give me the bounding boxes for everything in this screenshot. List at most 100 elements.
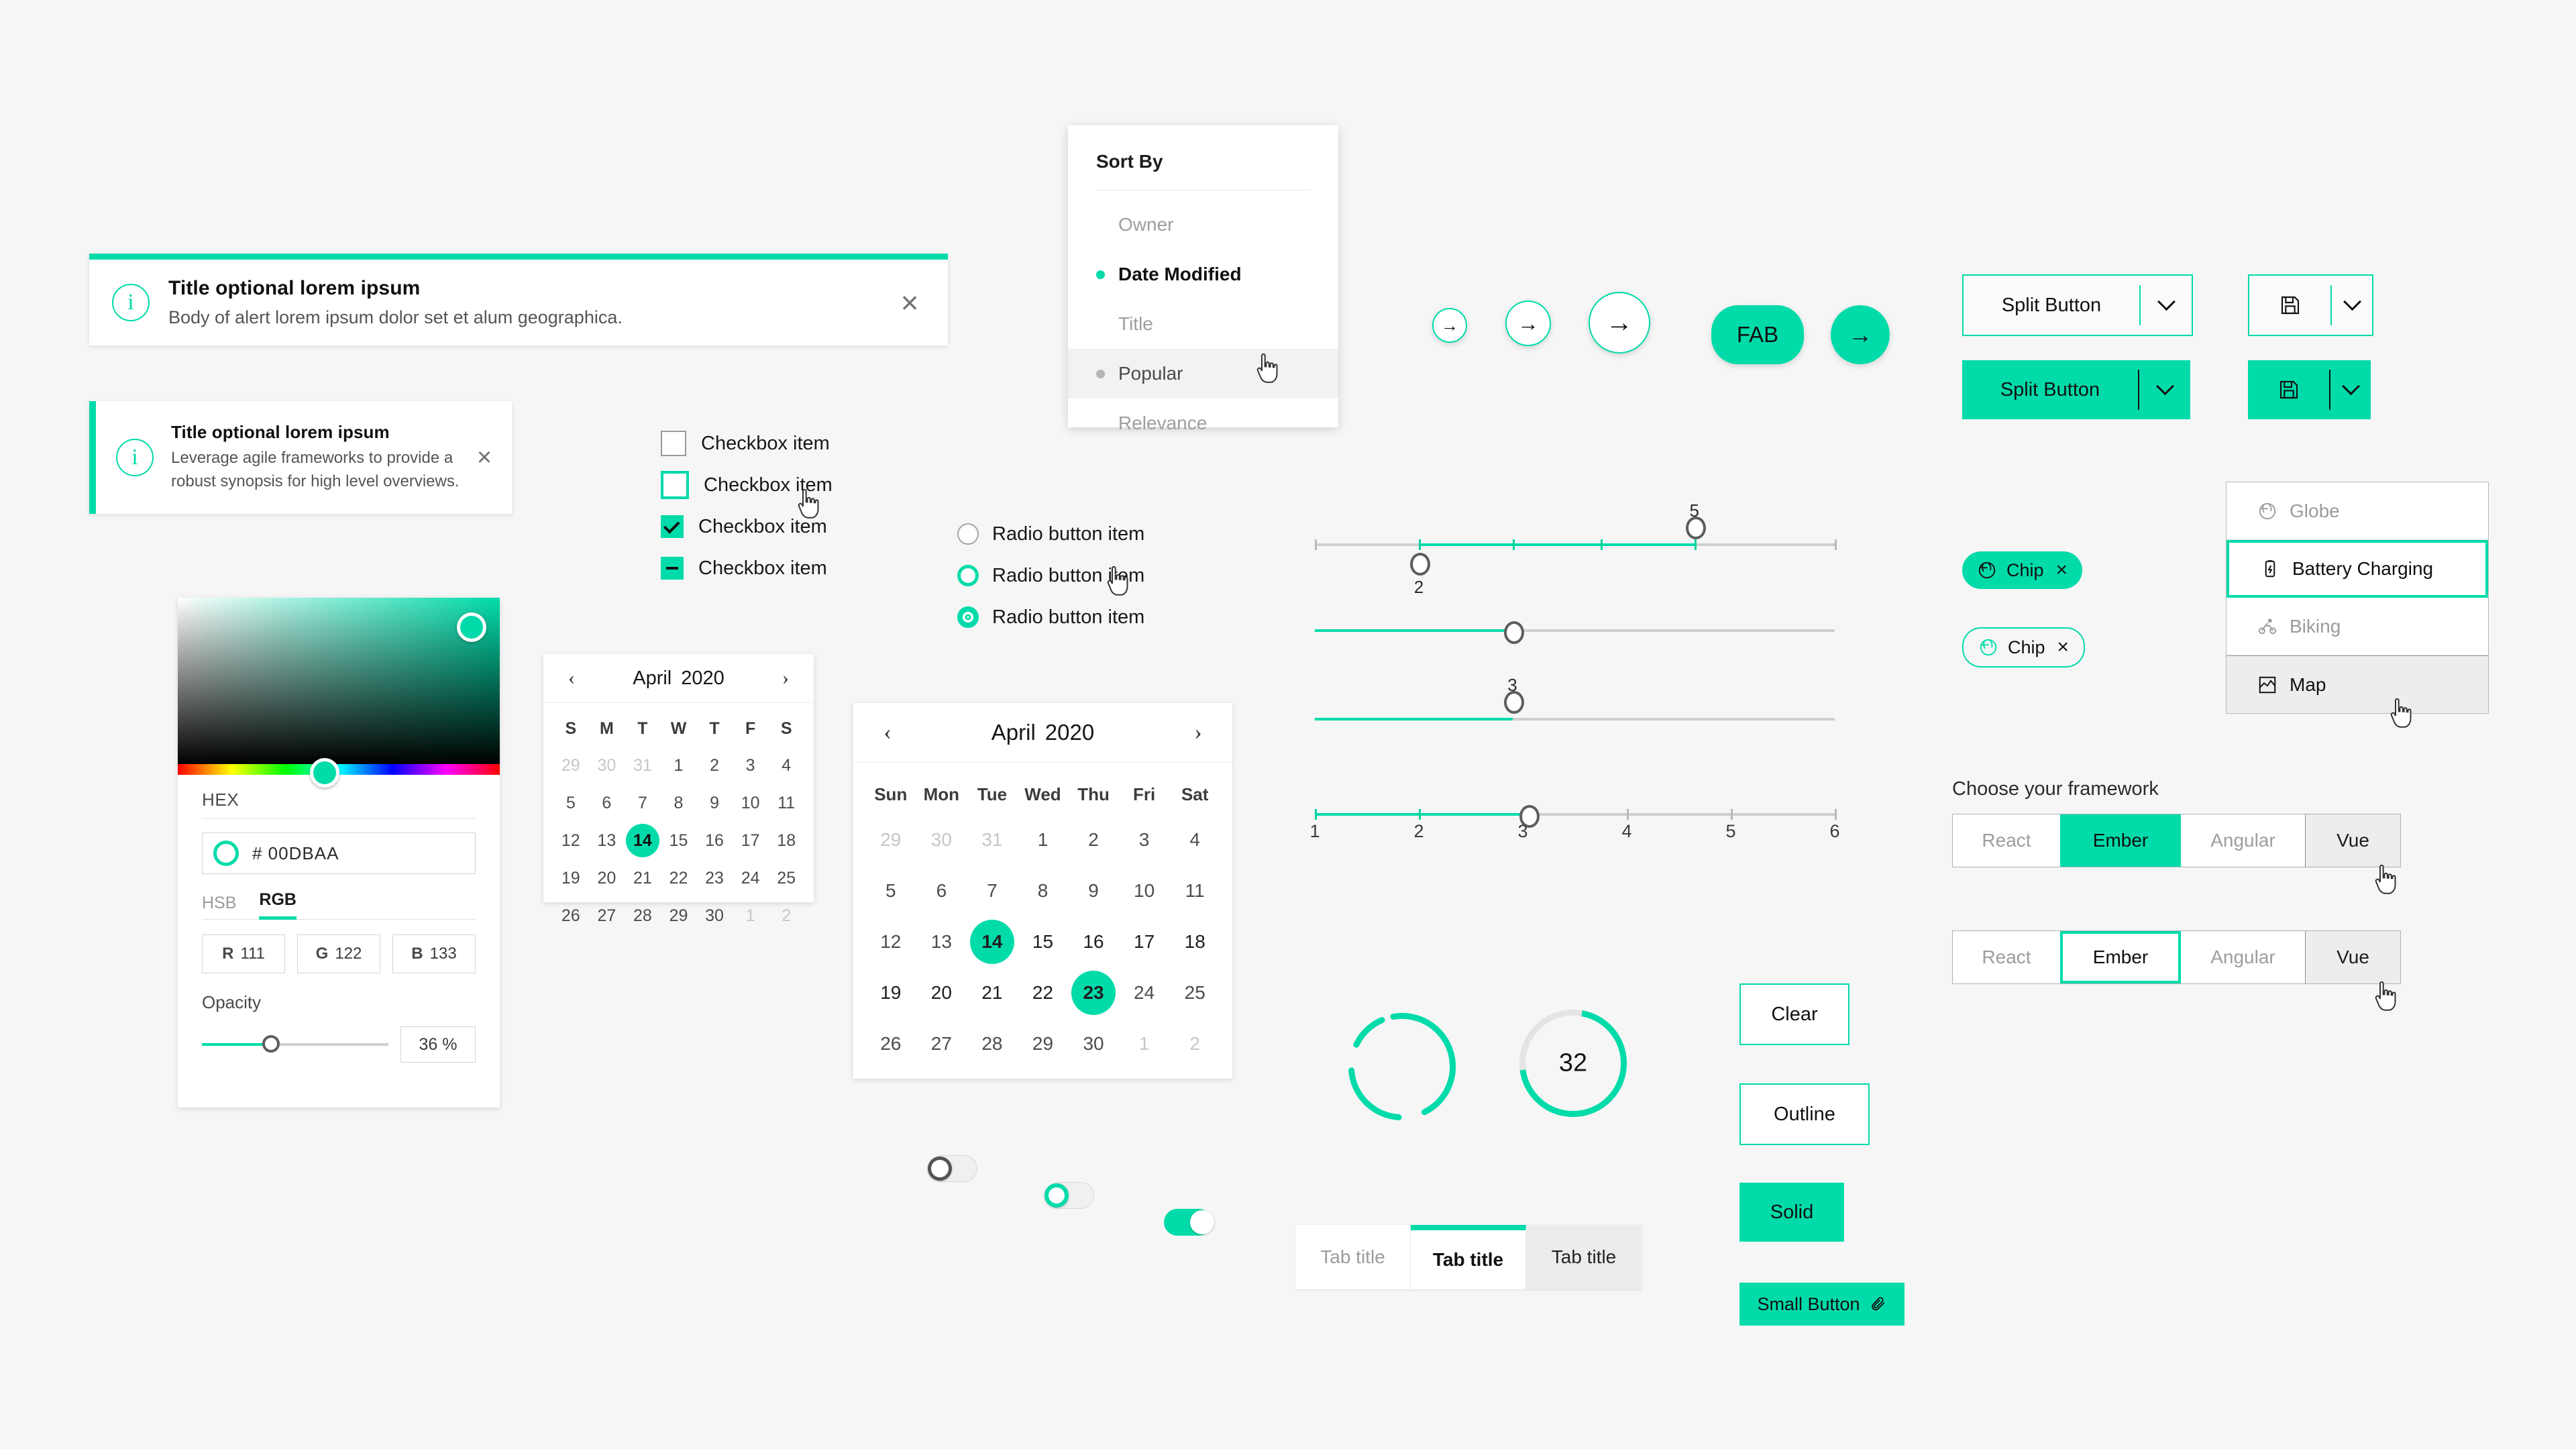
close-icon[interactable]: ×	[2057, 636, 2070, 659]
calendar-day[interactable]: 19	[865, 967, 916, 1018]
calendar-day[interactable]: 14	[967, 916, 1018, 967]
calendar-day[interactable]: 29	[661, 897, 697, 934]
calendar-day[interactable]: 28	[967, 1018, 1018, 1069]
calendar-day[interactable]: 8	[1018, 865, 1069, 916]
slider-handle[interactable]	[1503, 621, 1524, 644]
segment-ember[interactable]: Ember	[2060, 814, 2181, 867]
segment-angular[interactable]: Angular	[2181, 931, 2305, 983]
slider-labeled[interactable]: 3	[1315, 675, 1835, 765]
calendar-day[interactable]: 6	[916, 865, 967, 916]
close-icon[interactable]: ×	[886, 279, 933, 326]
calendar-day[interactable]: 21	[967, 967, 1018, 1018]
calendar-day[interactable]: 29	[553, 747, 589, 784]
calendar-day[interactable]: 30	[696, 897, 733, 934]
round-arrow-button-small[interactable]: →	[1432, 308, 1467, 343]
checkbox-row[interactable]: Checkbox item	[661, 547, 833, 589]
calendar-day[interactable]: 8	[661, 784, 697, 822]
checkbox-row[interactable]: Checkbox item	[661, 506, 833, 547]
radio-unselected-icon[interactable]	[957, 523, 979, 545]
calendar-day[interactable]: 31	[967, 814, 1018, 865]
prev-month-icon[interactable]: ‹	[558, 667, 585, 690]
calendar-day[interactable]: 12	[865, 916, 916, 967]
calendar-day[interactable]: 29	[1018, 1018, 1069, 1069]
calendar-day[interactable]: 20	[916, 967, 967, 1018]
checkbox-row[interactable]: Checkbox item	[661, 464, 833, 506]
calendar-day[interactable]: 15	[1018, 916, 1069, 967]
calendar-day[interactable]: 27	[589, 897, 625, 934]
toggle-knob[interactable]	[1044, 1183, 1069, 1208]
tab-rgb[interactable]: RGB	[259, 890, 297, 920]
segment-vue[interactable]: Vue	[2305, 814, 2400, 867]
calendar-day[interactable]: 1	[661, 747, 697, 784]
radio-focus-icon[interactable]	[957, 565, 979, 586]
calendar-day[interactable]: 26	[865, 1018, 916, 1069]
calendar-day[interactable]: 17	[1119, 916, 1170, 967]
opacity-slider[interactable]	[202, 1035, 388, 1053]
calendar-day[interactable]: 28	[625, 897, 661, 934]
split-button-label[interactable]: Split Button	[1962, 360, 2138, 419]
close-icon[interactable]: ×	[465, 438, 504, 477]
calendar-day[interactable]: 19	[553, 859, 589, 897]
tab-hsb[interactable]: HSB	[202, 894, 236, 920]
calendar-day[interactable]: 17	[733, 822, 769, 859]
checkbox-checked-icon[interactable]	[661, 515, 684, 538]
fab-button[interactable]: FAB	[1711, 305, 1804, 364]
opacity-value[interactable]: 36 %	[400, 1026, 476, 1063]
calendar-day[interactable]: 2	[696, 747, 733, 784]
checkbox-indeterminate-icon[interactable]	[661, 557, 684, 580]
calendar-day[interactable]: 9	[696, 784, 733, 822]
chevron-down-icon[interactable]	[2139, 360, 2190, 419]
calendar-day[interactable]: 1	[733, 897, 769, 934]
slider-scale[interactable]	[1315, 780, 1837, 828]
tab-3[interactable]: Tab title	[1526, 1225, 1642, 1289]
calendar-day[interactable]: 27	[916, 1018, 967, 1069]
checkbox-focus-icon[interactable]	[661, 471, 689, 499]
list-item-globe[interactable]: Globe	[2226, 482, 2488, 540]
menu-item-owner[interactable]: Owner	[1068, 200, 1338, 250]
calendar-day[interactable]: 31	[625, 747, 661, 784]
calendar-day[interactable]: 2	[768, 897, 804, 934]
hue-knob[interactable]	[309, 758, 339, 788]
outline-button[interactable]: Outline	[1739, 1083, 1870, 1145]
calendar-day[interactable]: 26	[553, 897, 589, 934]
slider-range[interactable]: 2 5	[1315, 500, 1837, 597]
round-arrow-button-medium[interactable]: →	[1505, 301, 1551, 346]
checkbox-row[interactable]: Checkbox item	[661, 423, 833, 464]
slider-simple[interactable]	[1315, 596, 1835, 676]
green-field[interactable]: G 122	[297, 934, 380, 973]
calendar-day[interactable]: 10	[1119, 865, 1170, 916]
calendar-day[interactable]: 18	[768, 822, 804, 859]
split-button-solid[interactable]: Split Button	[1962, 360, 2190, 419]
radio-row[interactable]: Radio button item	[957, 555, 1144, 596]
tab-2[interactable]: Tab title	[1411, 1225, 1526, 1289]
saturation-knob[interactable]	[457, 612, 486, 642]
calendar-day[interactable]: 22	[661, 859, 697, 897]
hue-slider[interactable]	[178, 758, 500, 788]
calendar-day[interactable]: 6	[589, 784, 625, 822]
tab-1[interactable]: Tab title	[1295, 1225, 1411, 1289]
calendar-day[interactable]: 20	[589, 859, 625, 897]
list-item-battery-charging[interactable]: Battery Charging	[2226, 540, 2488, 598]
small-button[interactable]: Small Button	[1739, 1283, 1904, 1326]
chevron-down-icon[interactable]	[2330, 360, 2371, 419]
hex-input[interactable]: # 00DBAA	[202, 833, 476, 874]
calendar-day[interactable]: 30	[916, 814, 967, 865]
calendar-day[interactable]: 21	[625, 859, 661, 897]
segment-ember[interactable]: Ember	[2060, 931, 2181, 983]
calendar-day[interactable]: 24	[1119, 967, 1170, 1018]
calendar-day[interactable]: 5	[865, 865, 916, 916]
calendar-day[interactable]: 1	[1119, 1018, 1170, 1069]
toggle-on[interactable]	[1164, 1209, 1214, 1236]
round-arrow-button-large[interactable]: →	[1589, 292, 1650, 354]
calendar-day[interactable]: 16	[696, 822, 733, 859]
list-item-map[interactable]: Map	[2226, 655, 2488, 713]
calendar-day[interactable]: 7	[967, 865, 1018, 916]
calendar-day[interactable]: 14	[625, 822, 661, 859]
calendar-day[interactable]: 23	[1068, 967, 1119, 1018]
calendar-day[interactable]: 1	[1018, 814, 1069, 865]
blue-field[interactable]: B 133	[392, 934, 476, 973]
calendar-day[interactable]: 25	[1169, 967, 1220, 1018]
toggle-knob[interactable]	[928, 1157, 952, 1181]
calendar-day[interactable]: 30	[1068, 1018, 1119, 1069]
calendar-day[interactable]: 30	[589, 747, 625, 784]
